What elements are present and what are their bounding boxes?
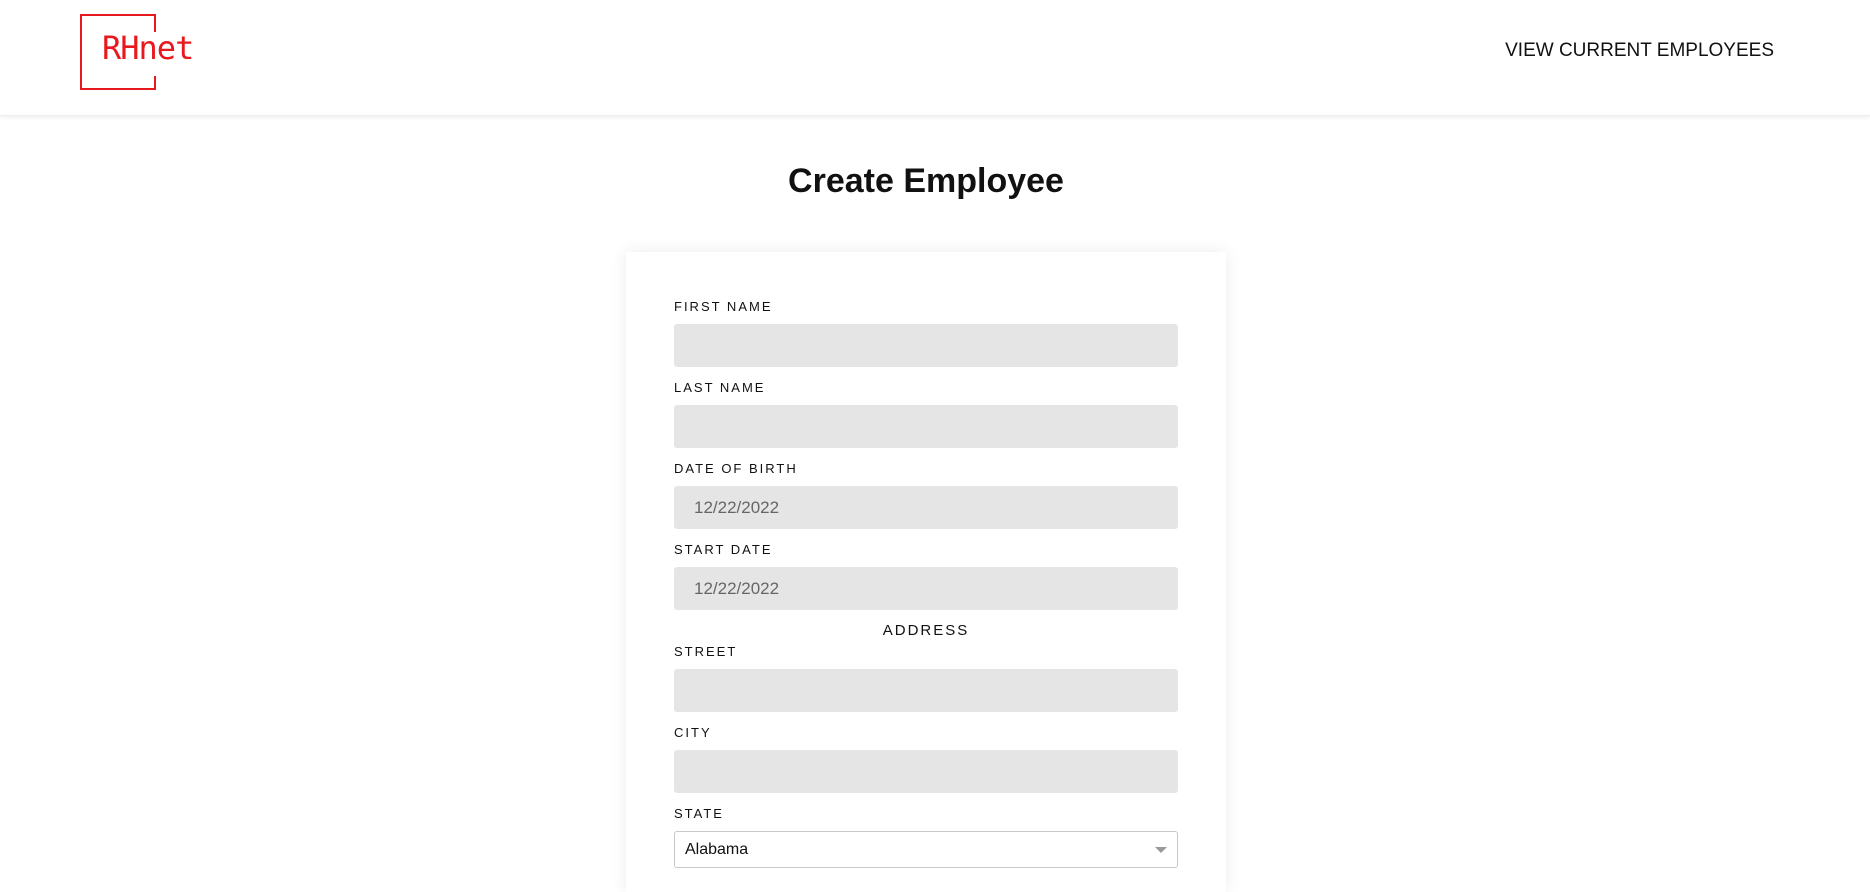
date-of-birth-field: DATE OF BIRTH 12/22/2022 xyxy=(674,460,1178,529)
first-name-field: FIRST NAME xyxy=(674,298,1178,367)
header: RHnet VIEW CURRENT EMPLOYEES xyxy=(0,0,1870,116)
city-field: CITY xyxy=(674,724,1178,793)
last-name-field: LAST NAME xyxy=(674,379,1178,448)
first-name-label: FIRST NAME xyxy=(674,299,773,314)
city-label: CITY xyxy=(674,725,712,740)
city-input[interactable] xyxy=(674,750,1178,793)
street-label: STREET xyxy=(674,644,738,659)
state-label: STATE xyxy=(674,806,724,821)
first-name-input[interactable] xyxy=(674,324,1178,367)
address-section-title: ADDRESS xyxy=(882,622,970,639)
start-date-input[interactable]: 12/22/2022 xyxy=(674,567,1178,610)
last-name-label: LAST NAME xyxy=(674,380,766,395)
start-date-field: START DATE 12/22/2022 xyxy=(674,541,1178,610)
state-field: STATE Alabama xyxy=(674,805,1178,868)
state-select[interactable]: Alabama xyxy=(674,831,1178,868)
date-of-birth-label: DATE OF BIRTH xyxy=(674,461,798,476)
create-employee-form: FIRST NAME LAST NAME DATE OF BIRTH 12/22… xyxy=(626,252,1226,892)
view-current-employees-link[interactable]: VIEW CURRENT EMPLOYEES xyxy=(1505,40,1774,63)
street-field: STREET xyxy=(674,643,1178,712)
logo-text: RHnet xyxy=(102,29,194,67)
page-title: Create Employee xyxy=(788,162,1064,200)
state-selected-value: Alabama xyxy=(685,841,749,858)
start-date-label: START DATE xyxy=(674,542,773,557)
street-input[interactable] xyxy=(674,669,1178,712)
date-of-birth-input[interactable]: 12/22/2022 xyxy=(674,486,1178,529)
last-name-input[interactable] xyxy=(674,405,1178,448)
chevron-down-icon xyxy=(1155,847,1167,853)
rhnet-logo[interactable]: RHnet xyxy=(80,14,206,90)
